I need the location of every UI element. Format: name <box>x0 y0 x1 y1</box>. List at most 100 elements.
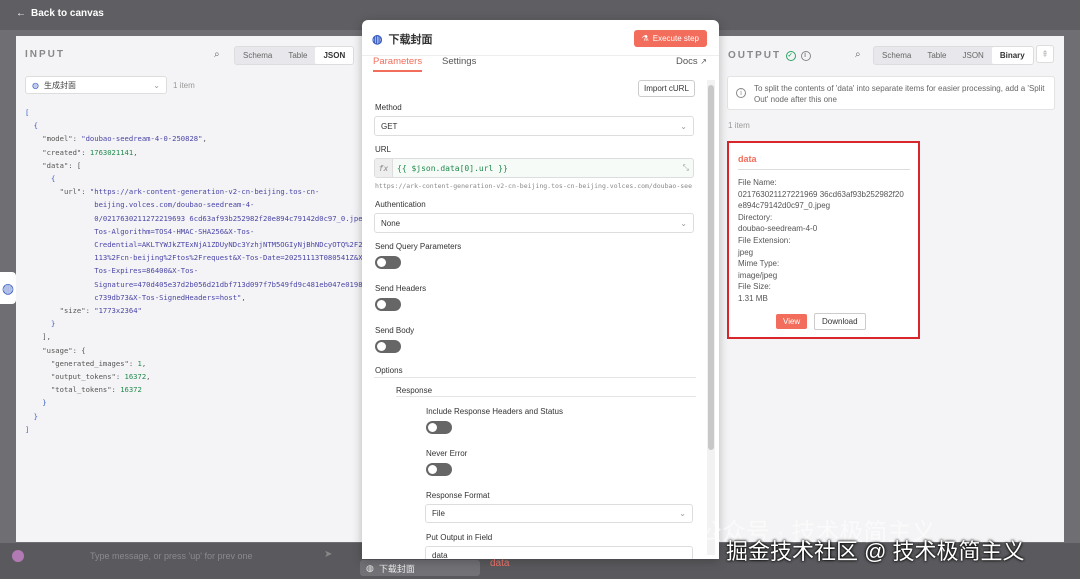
search-icon[interactable]: ⌕ <box>214 49 220 60</box>
authentication-label: Authentication <box>375 200 426 209</box>
send-body-label: Send Body <box>375 326 415 335</box>
check-circle-icon: ✓ <box>786 50 797 61</box>
binary-file-card: data File Name: 021763021127221969 36cd6… <box>727 141 920 339</box>
response-label: Response <box>396 386 433 395</box>
json-token: , <box>141 358 147 368</box>
json-token: , <box>146 372 151 382</box>
divider <box>374 377 696 378</box>
avatar <box>12 550 24 562</box>
pin-icon[interactable]: ⇞ <box>1036 45 1054 63</box>
json-token: "output_tokens": <box>25 372 125 382</box>
include-headers-label: Include Response Headers and Status <box>426 407 563 416</box>
json-token: Tos-Expires=86400&X-Tos- <box>25 266 199 276</box>
output-view-tabs: Schema Table JSON Binary <box>873 46 1034 65</box>
modal-header: ◍ 下载封面 ⚗ Execute step <box>362 20 719 56</box>
json-line: "size": "1773x2364" <box>25 304 359 317</box>
input-item-count: 1 item <box>173 81 195 90</box>
arrow-left-icon: ← <box>16 8 26 19</box>
json-line: "url": "https://ark-content-generation-v… <box>25 185 359 198</box>
output-panel: OUTPUT ✓ i ⌕ Schema Table JSON Binary ⇞ … <box>719 36 1064 542</box>
flask-icon: ⚗ <box>641 34 649 43</box>
send-headers-label: Send Headers <box>375 284 427 293</box>
send-icon[interactable]: ➤ <box>324 549 332 560</box>
node-title[interactable]: 下载封面 <box>388 31 432 47</box>
json-line: [ <box>25 106 359 119</box>
send-query-toggle[interactable] <box>375 256 401 269</box>
json-line: "generated_images": 1, <box>25 357 359 370</box>
tab-settings[interactable]: Settings <box>442 56 476 70</box>
json-line: Signature=470d405e37d2b056d21dbf713d097f… <box>25 278 380 291</box>
never-error-label: Never Error <box>426 449 468 458</box>
method-label: Method <box>375 103 402 112</box>
json-token: 1763021141 <box>89 147 134 157</box>
tab-schema[interactable]: Schema <box>874 47 919 64</box>
json-line: "data": [ <box>25 159 359 172</box>
binary-field-name: data <box>738 154 757 164</box>
docs-link[interactable]: Docs ↗ <box>676 56 707 67</box>
json-token: ], <box>25 332 51 342</box>
watermark-line-2: 掘金技术社区 @ 技术极简主义 <box>726 539 1025 564</box>
tab-json[interactable]: JSON <box>954 47 991 64</box>
tab-json[interactable]: JSON <box>315 47 354 64</box>
chevron-down-icon: ⌄ <box>680 218 687 228</box>
input-title: INPUT <box>25 49 65 60</box>
view-button[interactable]: View <box>776 314 808 329</box>
json-line: } <box>25 410 359 423</box>
info-icon[interactable]: i <box>801 50 812 61</box>
import-curl-button[interactable]: Import cURL <box>638 80 695 97</box>
canvas-node-download-cover[interactable]: ◍ 下载封面 <box>360 560 480 576</box>
json-token: , <box>133 147 138 157</box>
json-token: "generated_images": <box>25 358 138 368</box>
json-token: 16372 <box>120 385 142 395</box>
put-output-input[interactable]: data <box>425 546 693 559</box>
json-token: "usage": { <box>25 345 86 355</box>
json-token: } <box>25 411 38 421</box>
json-line: ], <box>25 330 359 343</box>
tab-table[interactable]: Table <box>280 47 315 64</box>
search-icon[interactable]: ⌕ <box>855 49 861 60</box>
url-expression-input[interactable]: fx {{ $json.data[0].url }} ⤡ <box>374 158 694 178</box>
json-token: 113%2Fcn-beijing%2Ftos%2Frequest&X-Tos-D… <box>25 253 367 263</box>
method-select[interactable]: GET ⌄ <box>374 116 694 136</box>
chevron-down-icon: ⌄ <box>153 80 160 90</box>
url-preview: https://ark-content-generation-v2-cn-bei… <box>375 182 692 190</box>
tab-schema[interactable]: Schema <box>235 47 280 64</box>
authentication-select[interactable]: None ⌄ <box>374 213 694 233</box>
send-query-label: Send Query Parameters <box>375 242 462 251</box>
tab-parameters[interactable]: Parameters <box>373 56 423 72</box>
info-icon: i <box>736 88 746 98</box>
parameters-form: Import cURL Method GET ⌄ URL fx {{ $json… <box>362 76 710 559</box>
tab-table[interactable]: Table <box>919 47 954 64</box>
json-line: c739db73&X-Tos-SignedHeaders=host", <box>25 291 359 304</box>
chat-input[interactable]: Type message, or press 'up' for prev one <box>12 549 350 563</box>
expand-icon[interactable]: ⤡ <box>683 163 689 173</box>
fx-icon: fx <box>375 159 393 177</box>
input-node-select[interactable]: ◍ 生成封面 ⌄ <box>25 76 167 94</box>
globe-icon: ◍ <box>32 80 39 90</box>
json-token: { <box>25 121 38 131</box>
globe-icon: ◍ <box>1 279 15 296</box>
json-line: { <box>25 119 359 132</box>
execute-step-button[interactable]: ⚗ Execute step <box>633 30 707 47</box>
input-panel: INPUT ⌕ Schema Table JSON ◍ 生成封面 ⌄ 1 ite… <box>16 36 380 542</box>
send-headers-toggle[interactable] <box>375 298 401 311</box>
download-button[interactable]: Download <box>814 313 866 330</box>
json-token: Signature=470d405e37d2b056d21dbf713d097f… <box>25 279 380 289</box>
modal-scrollbar[interactable] <box>708 85 714 450</box>
chevron-down-icon: ⌄ <box>680 121 687 131</box>
back-to-canvas-link[interactable]: ← Back to canvas <box>16 8 104 19</box>
json-line: } <box>25 396 359 409</box>
options-label: Options <box>375 366 403 375</box>
divider <box>738 169 910 170</box>
json-token: "url": <box>25 187 90 197</box>
canvas-data-label: data <box>490 558 510 569</box>
never-error-toggle[interactable] <box>426 463 452 476</box>
response-format-select[interactable]: File ⌄ <box>425 504 693 523</box>
tab-binary[interactable]: Binary <box>991 47 1033 64</box>
globe-icon: ◍ <box>366 562 374 573</box>
include-headers-toggle[interactable] <box>426 421 452 434</box>
side-node-handle[interactable]: ◍ <box>0 272 16 304</box>
json-line: "output_tokens": 16372, <box>25 370 359 383</box>
send-body-toggle[interactable] <box>375 340 401 353</box>
json-token: beijing.volces.com/doubao-seedream-4- <box>25 200 255 210</box>
